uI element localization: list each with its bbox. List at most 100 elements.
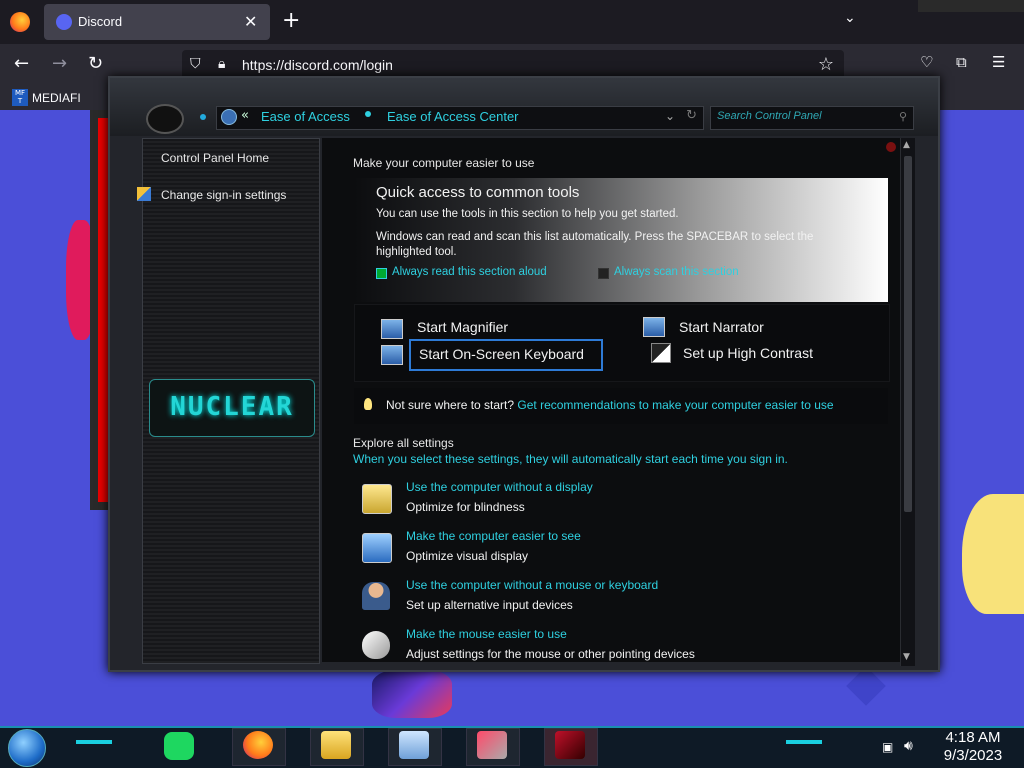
browser-tab-bar: Discord ✕ + ⌄ [0, 0, 1024, 44]
display-icon [362, 533, 392, 563]
setting-link[interactable]: Make the mouse easier to use [406, 627, 567, 641]
start-on-screen-keyboard-button[interactable]: Start On-Screen Keyboard [409, 339, 603, 371]
scroll-up-icon[interactable]: ▲ [903, 140, 910, 150]
help-icon[interactable] [886, 142, 896, 152]
recommendations-hint: Not sure where to start? Get recommendat… [386, 398, 834, 412]
control-panel-window: « Ease of Access Ease of Access Center ⌄… [108, 76, 940, 672]
content-scrollbar[interactable]: ▲ ▼ [900, 138, 915, 666]
media-app-icon [477, 731, 507, 759]
narrator-icon[interactable] [643, 317, 665, 337]
new-tab-icon[interactable]: + [282, 8, 300, 33]
search-icon[interactable]: ⚲ [899, 110, 907, 123]
breadcrumb-ease-of-access-center[interactable]: Ease of Access Center [387, 109, 519, 124]
chevron-down-icon[interactable]: ⌄ [844, 10, 856, 26]
breadcrumb-overflow-icon[interactable]: « [241, 108, 249, 123]
start-narrator-button[interactable]: Start Narrator [679, 319, 764, 335]
breadcrumb-separator-icon[interactable] [365, 111, 371, 117]
network-icon[interactable]: ▣ [882, 740, 893, 754]
explore-settings-subtitle: When you select these settings, they wil… [353, 452, 788, 466]
keyboard-icon[interactable] [381, 345, 403, 365]
window-orb-icon[interactable] [146, 104, 184, 134]
theme-logo: NUCLEAR [149, 379, 315, 437]
pocket-icon[interactable]: ♡ [920, 53, 933, 71]
setting-description: Optimize for blindness [406, 500, 525, 514]
control-panel-icon [221, 109, 237, 125]
refresh-icon[interactable]: ↻ [686, 108, 697, 123]
setting-link[interactable]: Use the computer without a mouse or keyb… [406, 578, 658, 592]
bookmark-mediafire[interactable]: MEDIAFI [32, 91, 81, 105]
setting-link[interactable]: Make the computer easier to see [406, 529, 581, 543]
taskbar-decoration [76, 740, 112, 744]
left-navigation-pane: Control Panel Home Change sign-in settin… [137, 138, 320, 664]
browser-tab[interactable]: Discord ✕ [44, 4, 270, 40]
lock-icon[interactable]: 🔒︎ [218, 56, 225, 72]
background-artwork-bottom [372, 670, 452, 718]
address-bar[interactable]: « Ease of Access Ease of Access Center ⌄… [216, 106, 704, 130]
lightbulb-icon [364, 398, 372, 410]
clock-time[interactable]: 4:18 AM [940, 729, 1006, 746]
background-sparkle [846, 666, 886, 706]
shield-icon[interactable]: ⛉ [190, 56, 201, 72]
content-pane: Make your computer easier to use Quick a… [322, 138, 904, 662]
always-scan-checkbox[interactable] [598, 268, 609, 279]
taskbar-control-panel[interactable] [388, 728, 442, 766]
scroll-down-icon[interactable]: ▼ [903, 652, 910, 662]
taskbar-media-app[interactable] [466, 728, 520, 766]
taskbar-decoration [786, 740, 822, 744]
recommendations-row: Not sure where to start? Get recommendat… [354, 388, 888, 424]
control-panel-icon [399, 731, 429, 759]
taskbar-active-app[interactable] [544, 728, 598, 766]
tab-title: Discord [78, 14, 123, 29]
quick-access-heading: Quick access to common tools [376, 184, 580, 201]
setting-link[interactable]: Use the computer without a display [406, 480, 593, 494]
nav-control-panel-home[interactable]: Control Panel Home [161, 151, 269, 165]
overlapping-window-edge [918, 0, 1024, 12]
search-control-panel-input[interactable]: Search Control Panel ⚲ [710, 106, 914, 130]
nav-dot-icon [200, 114, 206, 120]
reload-icon[interactable]: ↻ [88, 53, 103, 74]
setting-without-mouse-keyboard[interactable]: Use the computer without a mouse or keyb… [362, 578, 882, 622]
background-character [962, 494, 1024, 614]
volume-icon[interactable]: 🔊︎ [904, 738, 913, 754]
arrow-left-icon[interactable]: ← [14, 53, 29, 74]
setting-description: Set up alternative input devices [406, 598, 573, 612]
start-button[interactable] [8, 729, 46, 767]
nav-change-signin-settings[interactable]: Change sign-in settings [161, 188, 286, 202]
close-tab-icon[interactable]: ✕ [244, 12, 257, 31]
mediafire-icon: MF T [12, 89, 28, 106]
get-recommendations-link[interactable]: Get recommendations to make your compute… [517, 398, 833, 412]
start-magnifier-button[interactable]: Start Magnifier [417, 319, 508, 335]
chevron-down-icon[interactable]: ⌄ [665, 109, 675, 123]
taskbar-file-explorer[interactable] [310, 728, 364, 766]
on-screen-keyboard-label: Start On-Screen Keyboard [419, 346, 584, 362]
clock-date[interactable]: 9/3/2023 [940, 747, 1006, 764]
page-title: Make your computer easier to use [353, 156, 535, 170]
window-titlebar: « Ease of Access Ease of Access Center ⌄… [110, 78, 938, 136]
explore-settings-heading: Explore all settings [353, 436, 454, 450]
taskbar-firefox[interactable] [232, 728, 286, 766]
quick-access-description: You can use the tools in this section to… [376, 208, 679, 220]
star-icon[interactable]: ☆ [818, 54, 834, 75]
setting-without-display[interactable]: Use the computer without a display Optim… [362, 480, 882, 524]
common-tools-grid: Start Magnifier Start Narrator Start On-… [354, 304, 890, 382]
scroll-thumb[interactable] [904, 156, 912, 512]
high-contrast-icon[interactable] [651, 343, 671, 363]
setup-high-contrast-button[interactable]: Set up High Contrast [683, 345, 813, 361]
spotify-icon[interactable] [164, 732, 194, 760]
always-read-checkbox[interactable] [376, 268, 387, 279]
setting-description: Optimize visual display [406, 549, 529, 563]
search-placeholder: Search Control Panel [717, 110, 822, 122]
always-scan-label[interactable]: Always scan this section [614, 266, 739, 278]
theme-logo-text: NUCLEAR [170, 392, 294, 422]
setting-mouse-easier[interactable]: Make the mouse easier to use Adjust sett… [362, 627, 882, 662]
url-text[interactable]: https://discord.com/login [242, 57, 393, 73]
menu-icon[interactable]: ☰ [992, 53, 1005, 71]
monitor-icon [362, 484, 392, 514]
breadcrumb-ease-of-access[interactable]: Ease of Access [261, 109, 350, 124]
magnifier-icon[interactable] [381, 319, 403, 339]
hint-text: Not sure where to start? [386, 398, 515, 412]
setting-easier-to-see[interactable]: Make the computer easier to see Optimize… [362, 529, 882, 573]
extensions-icon[interactable]: ⧉ [956, 53, 967, 71]
arrow-right-icon[interactable]: → [52, 53, 67, 74]
always-read-aloud-label[interactable]: Always read this section aloud [392, 266, 547, 278]
